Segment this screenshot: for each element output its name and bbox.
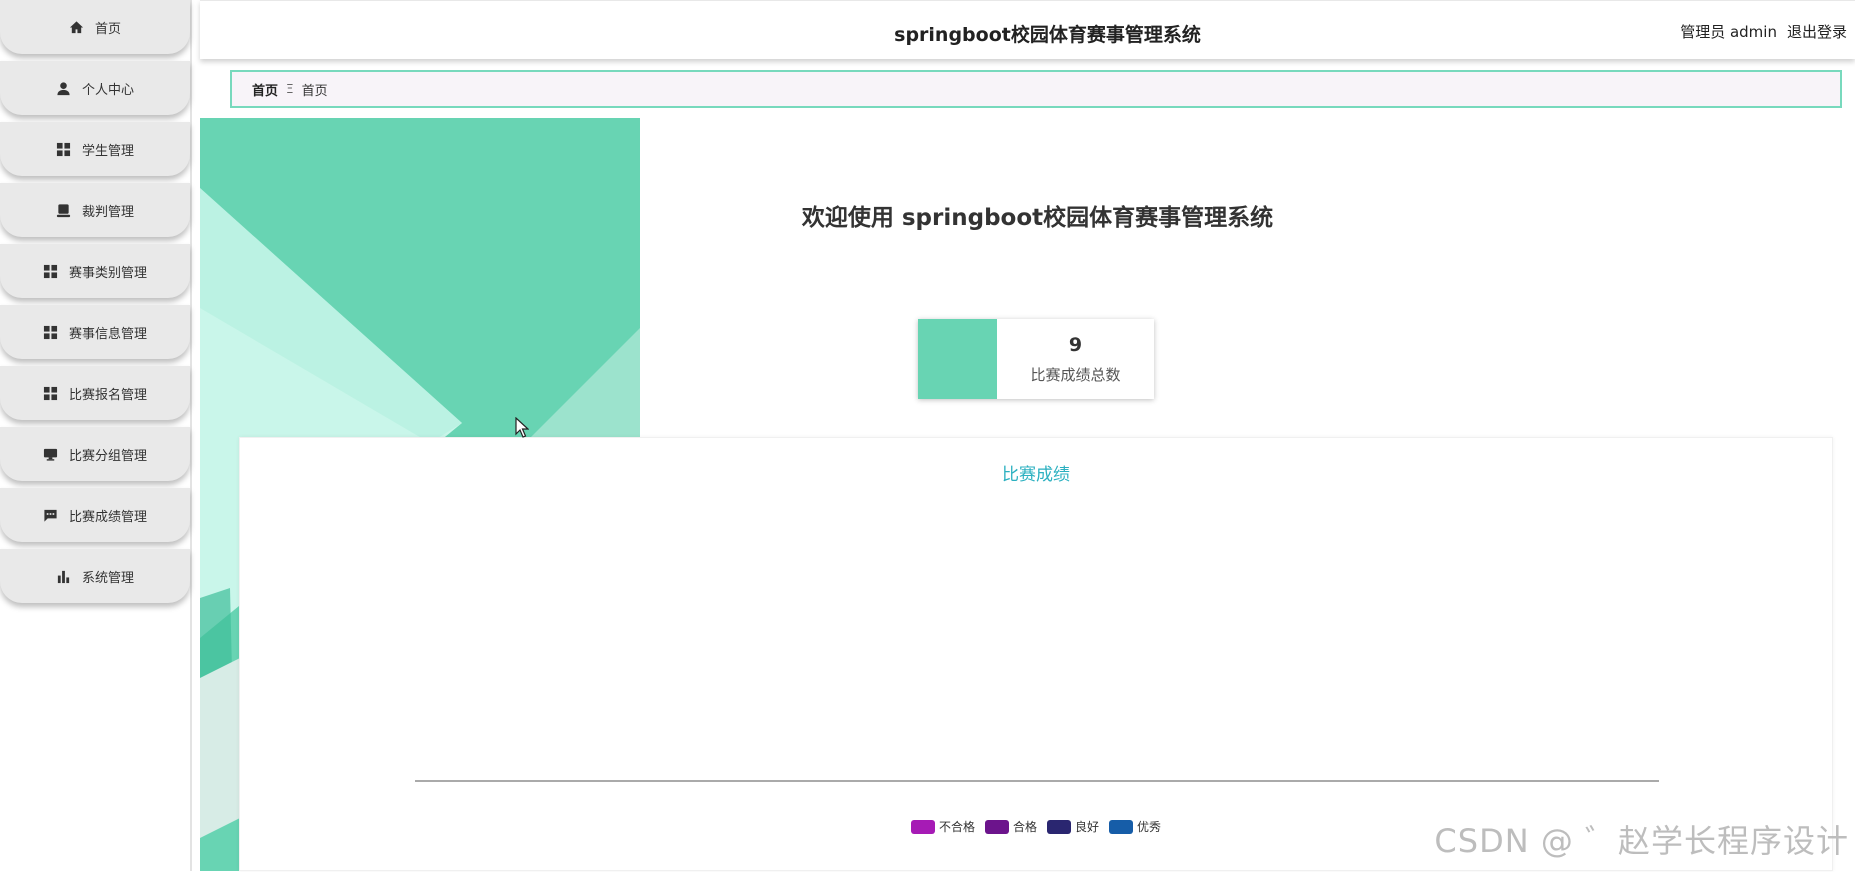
sidebar-item-system[interactable]: 系统管理 — [0, 549, 190, 603]
breadcrumb-separator-icon: Ξ — [286, 82, 294, 96]
sidebar-item-label: 系统管理 — [81, 570, 134, 586]
top-bar: springboot校园体育赛事管理系统 管理员 admin 退出登录 — [200, 0, 1855, 59]
sidebar-item-label: 比赛分组管理 — [68, 448, 147, 464]
legend-swatch — [1047, 819, 1071, 834]
app-title: springboot校园体育赛事管理系统 — [894, 24, 1201, 46]
sidebar-item-personal-center[interactable]: 个人中心 — [0, 61, 190, 115]
legend-item[interactable]: 合格 — [984, 818, 1037, 835]
sidebar-item-label: 比赛报名管理 — [68, 387, 147, 403]
breadcrumb-home-link[interactable]: 首页 — [252, 80, 278, 99]
sidebar-item-results[interactable]: 比赛成绩管理 — [0, 488, 190, 542]
sidebar-item-label: 赛事信息管理 — [68, 326, 147, 342]
legend-label: 良好 — [1075, 820, 1100, 834]
watermark: CSDN @ ゛赵学长程序设计 — [1434, 822, 1849, 860]
user-area: 管理员 admin 退出登录 — [1680, 21, 1847, 42]
stat-card: 9 比赛成绩总数 — [918, 319, 1154, 399]
grid-icon — [43, 385, 59, 401]
legend-swatch — [984, 819, 1009, 834]
sidebar-item-home[interactable]: 首页 — [0, 0, 190, 54]
mouse-cursor-icon — [515, 417, 529, 438]
sidebar-item-label: 裁判管理 — [81, 204, 134, 220]
legend-swatch — [1109, 819, 1134, 834]
chart-panel: 比赛成绩 不合格 合格 良好 优秀 — [239, 437, 1833, 871]
stat-label: 比赛成绩总数 — [1030, 365, 1121, 384]
stat-card-body: 9 比赛成绩总数 — [997, 319, 1154, 399]
grid-icon — [43, 263, 59, 279]
sidebar-item-label: 赛事类别管理 — [68, 265, 147, 281]
sidebar-item-label: 首页 — [94, 21, 121, 37]
chart-canvas — [415, 780, 1659, 782]
sidebar-item-label: 学生管理 — [81, 143, 134, 159]
chat-icon — [43, 507, 59, 523]
monitor-icon — [43, 446, 59, 462]
legend-item[interactable]: 良好 — [1047, 818, 1099, 835]
sidebar-item-students[interactable]: 学生管理 — [0, 122, 190, 176]
legend-label: 不合格 — [938, 820, 975, 834]
user-label: 管理员 admin — [1680, 23, 1777, 41]
sidebar-item-label: 个人中心 — [81, 82, 134, 98]
logout-button[interactable]: 退出登录 — [1787, 21, 1847, 42]
sidebar-item-event-info[interactable]: 赛事信息管理 — [0, 305, 190, 359]
sidebar-item-grouping[interactable]: 比赛分组管理 — [0, 427, 190, 481]
legend-label: 合格 — [1012, 820, 1037, 834]
legend-item[interactable]: 优秀 — [1109, 818, 1161, 835]
sidebar: 首页 个人中心 学生管理 裁判管理 赛事类别管理 赛事信息管理 比赛报名管理 比… — [0, 0, 192, 871]
legend-label: 优秀 — [1137, 820, 1162, 834]
stat-card-color-block — [918, 319, 997, 399]
tray-icon — [56, 202, 72, 218]
welcome-heading: 欢迎使用 springboot校园体育赛事管理系统 — [801, 205, 1274, 231]
grid-icon — [56, 141, 72, 157]
home-icon — [69, 19, 85, 35]
stat-value: 9 — [1068, 333, 1083, 356]
grid-icon — [43, 324, 59, 340]
legend-swatch — [910, 819, 935, 834]
breadcrumb-current: 首页 — [301, 83, 328, 99]
sidebar-item-event-categories[interactable]: 赛事类别管理 — [0, 244, 190, 298]
sidebar-item-label: 比赛成绩管理 — [68, 509, 147, 525]
user-icon — [56, 80, 72, 96]
legend-item[interactable]: 不合格 — [910, 818, 975, 835]
sidebar-item-referees[interactable]: 裁判管理 — [0, 183, 190, 237]
breadcrumb: 首页 Ξ 首页 — [230, 70, 1842, 108]
bar-chart-icon — [56, 568, 72, 584]
sidebar-item-registration[interactable]: 比赛报名管理 — [0, 366, 190, 420]
